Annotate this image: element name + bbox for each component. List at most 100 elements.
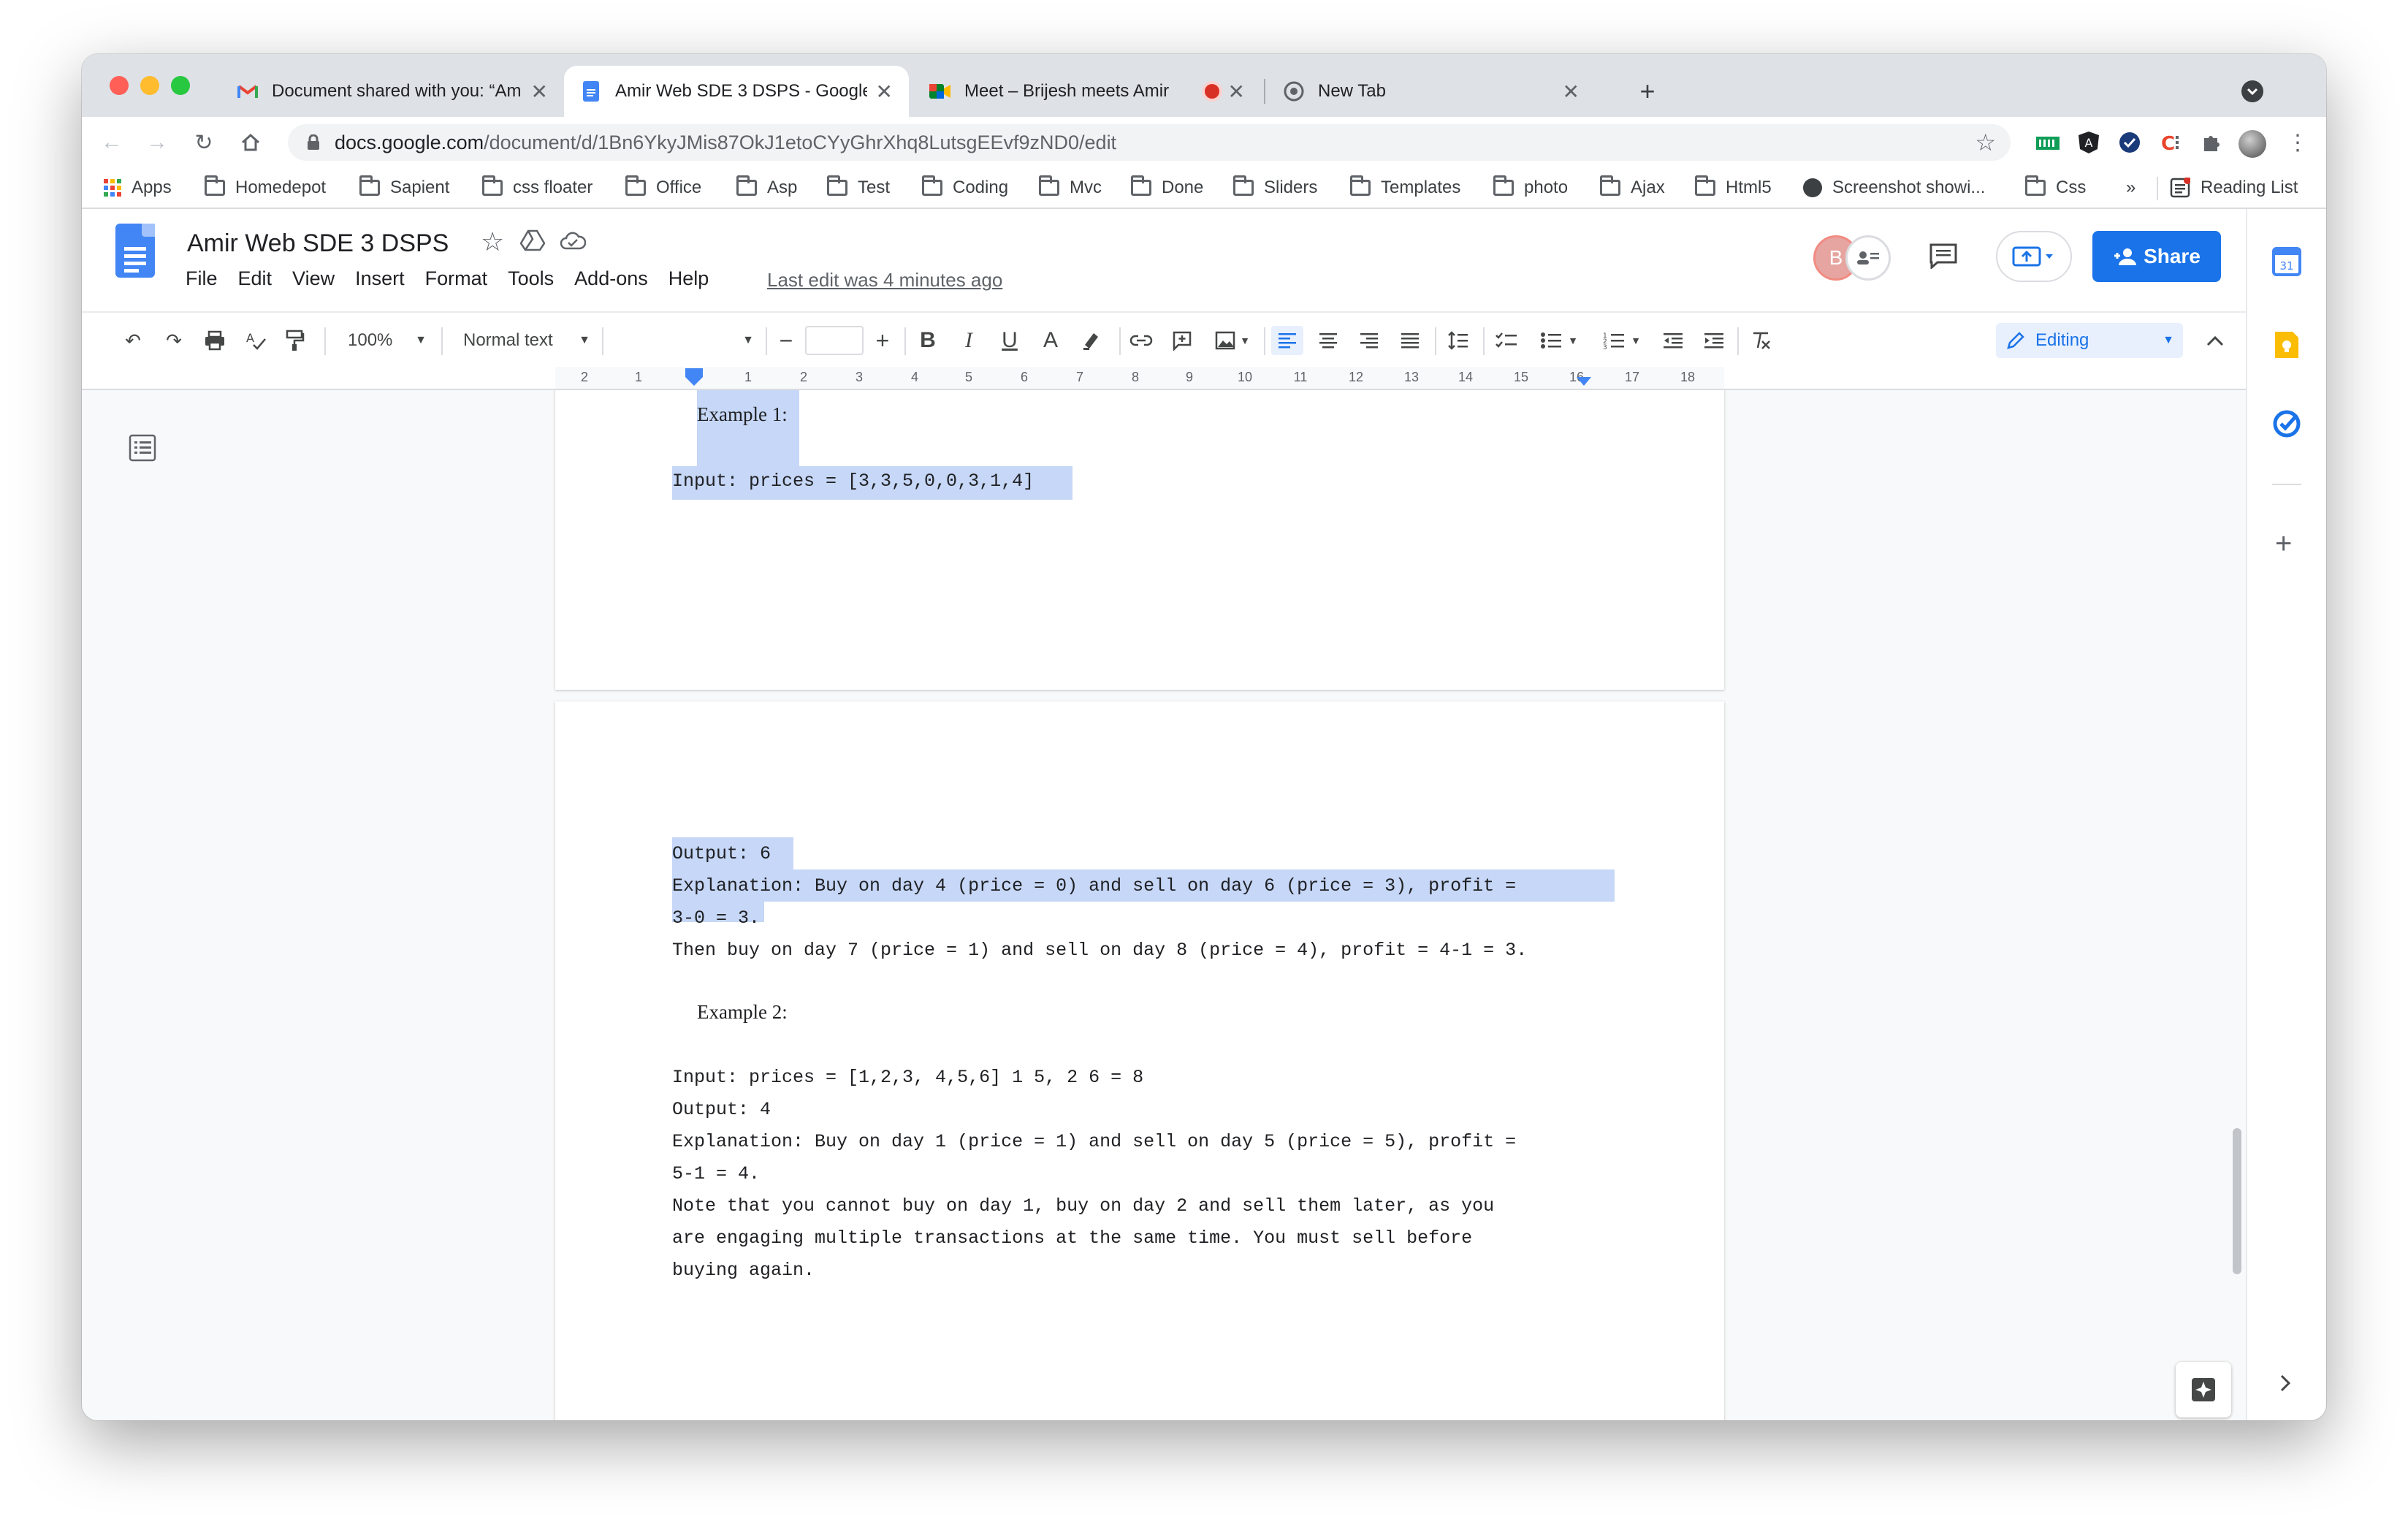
redo-icon[interactable]: ↷ [159,326,188,355]
numbered-list-icon[interactable]: 123 ▼ [1594,326,1650,355]
bookmark-html5[interactable]: Html5 [1695,175,1772,200]
menu-tools[interactable]: Tools [508,267,554,290]
share-button[interactable]: Share [2092,231,2221,282]
editing-mode-select[interactable]: Editing ▼ [1996,323,2183,358]
bookmark-coding[interactable]: Coding [922,175,1008,200]
last-edit-link[interactable]: Last edit was 4 minutes ago [767,269,1002,292]
tab-new-tab[interactable]: New Tab ✕ [1267,66,1596,117]
reading-list-button[interactable]: Reading List [2170,175,2298,200]
spellcheck-icon[interactable]: A [241,326,270,355]
present-meeting-button[interactable] [1996,231,2072,282]
highlight-color-icon[interactable] [1077,326,1106,355]
paint-format-icon[interactable] [281,326,310,355]
home-icon[interactable] [237,129,264,156]
underline-button[interactable]: U [995,326,1024,355]
back-arrow-icon[interactable]: ← [98,129,126,156]
reload-icon[interactable]: ↻ [190,129,218,156]
bookmark-css[interactable]: Css [2025,175,2086,200]
extension-sheets-icon[interactable] [2034,129,2062,156]
document-page[interactable]: Output: 6 Explanation: Buy on day 4 (pri… [555,701,1724,1420]
horizontal-ruler[interactable]: 2 1 1 2 3 4 5 6 7 8 9 10 11 12 13 14 15 … [82,367,2246,390]
bookmark-photo[interactable]: photo [1493,175,1568,200]
get-add-ons-plus-icon[interactable]: + [2275,529,2292,558]
extensions-puzzle-icon[interactable] [2198,129,2225,156]
bookmark-screenshot[interactable]: Screenshot showi... [1803,175,1985,200]
docs-home-logo-icon[interactable] [115,224,155,278]
extension-angular-icon[interactable]: A [2075,129,2103,156]
text-color-icon[interactable]: A [1036,326,1065,355]
tab-meet[interactable]: Meet – Brijesh meets Amir ✕ [913,66,1261,117]
menu-edit[interactable]: Edit [238,267,273,290]
minimize-window-button[interactable] [140,76,159,95]
bookmarks-overflow-button[interactable]: » [2126,175,2135,200]
increase-indent-icon[interactable] [1698,326,1730,355]
menu-file[interactable]: File [186,267,218,290]
print-icon[interactable] [200,326,229,355]
document-outline-icon[interactable] [129,434,156,462]
star-icon[interactable]: ☆ [481,227,504,257]
forward-arrow-icon[interactable]: → [143,129,171,156]
menu-view[interactable]: View [292,267,335,290]
align-center-button[interactable] [1312,326,1344,355]
bookmark-mvc[interactable]: Mvc [1039,175,1102,200]
bookmark-office[interactable]: Office [625,175,701,200]
justify-button[interactable] [1394,326,1426,355]
decrease-font-size-button[interactable]: − [771,326,801,355]
font-family-select[interactable]: ▼ [609,326,760,355]
bulleted-list-icon[interactable]: ▼ [1531,326,1587,355]
close-icon[interactable]: ✕ [1563,80,1580,104]
add-comment-icon[interactable] [1167,326,1197,355]
paragraph-style-select[interactable]: Normal text ▼ [450,326,596,355]
tasks-icon[interactable] [2272,409,2301,438]
hide-menus-chevron-up-icon[interactable] [2201,326,2230,355]
comment-history-icon[interactable] [1929,243,1958,273]
bookmark-sliders[interactable]: Sliders [1233,175,1317,200]
move-to-drive-icon[interactable] [519,229,546,255]
bookmark-homedepot[interactable]: Homedepot [205,175,326,200]
keep-icon[interactable] [2274,330,2300,359]
right-indent-marker-icon[interactable] [1577,377,1591,386]
bookmark-done[interactable]: Done [1131,175,1203,200]
indent-marker-icon[interactable] [685,377,703,386]
cloud-saved-icon[interactable] [560,231,587,254]
bookmark-ajax[interactable]: Ajax [1600,175,1665,200]
profile-avatar[interactable] [2239,130,2266,158]
insert-image-icon[interactable]: ▼ [1208,326,1257,355]
document-title[interactable]: Amir Web SDE 3 DSPS [187,229,449,258]
bookmark-asp[interactable]: Asp [736,175,797,200]
menu-format[interactable]: Format [425,267,488,290]
extension-check-icon[interactable] [2116,129,2144,156]
align-left-button[interactable] [1271,326,1303,355]
explore-button[interactable] [2176,1362,2231,1417]
tab-docs[interactable]: Amir Web SDE 3 DSPS - Google Docs ✕ [564,66,909,117]
menu-insert[interactable]: Insert [355,267,405,290]
bookmark-css-floater[interactable]: css floater [482,175,593,200]
close-icon[interactable]: ✕ [1228,80,1245,104]
bold-button[interactable]: B [913,326,942,355]
bookmark-test[interactable]: Test [827,175,890,200]
close-icon[interactable]: ✕ [876,80,893,104]
calendar-icon[interactable]: 31 [2272,247,2301,276]
zoom-window-button[interactable] [171,76,190,95]
zoom-select[interactable]: 100% ▼ [338,326,433,355]
show-side-panel-chevron-icon[interactable] [2279,1374,2291,1396]
align-right-button[interactable] [1353,326,1385,355]
undo-icon[interactable]: ↶ [118,326,148,355]
bookmark-star-icon[interactable]: ☆ [1975,129,1996,156]
font-size-input[interactable] [805,326,864,355]
tab-gmail[interactable]: Document shared with you: “Amir Web SDE … [221,66,564,117]
close-window-button[interactable] [110,76,129,95]
decrease-indent-icon[interactable] [1657,326,1689,355]
address-bar[interactable]: docs.google.com/document/d/1Bn6YkyJMis87… [288,124,2011,161]
line-spacing-icon[interactable] [1442,326,1474,355]
bookmark-templates[interactable]: Templates [1350,175,1460,200]
increase-font-size-button[interactable]: + [868,326,897,355]
extension-colorzilla-icon[interactable]: C [2157,129,2184,156]
close-icon[interactable]: ✕ [531,80,548,104]
kebab-menu-icon[interactable]: ⋮ [2284,129,2312,156]
insert-link-icon[interactable] [1127,326,1156,355]
menu-add-ons[interactable]: Add-ons [574,267,648,290]
bookmark-apps[interactable]: Apps [104,175,172,200]
indent-marker-icon[interactable] [685,368,703,377]
vertical-scrollbar[interactable] [2233,1128,2241,1274]
